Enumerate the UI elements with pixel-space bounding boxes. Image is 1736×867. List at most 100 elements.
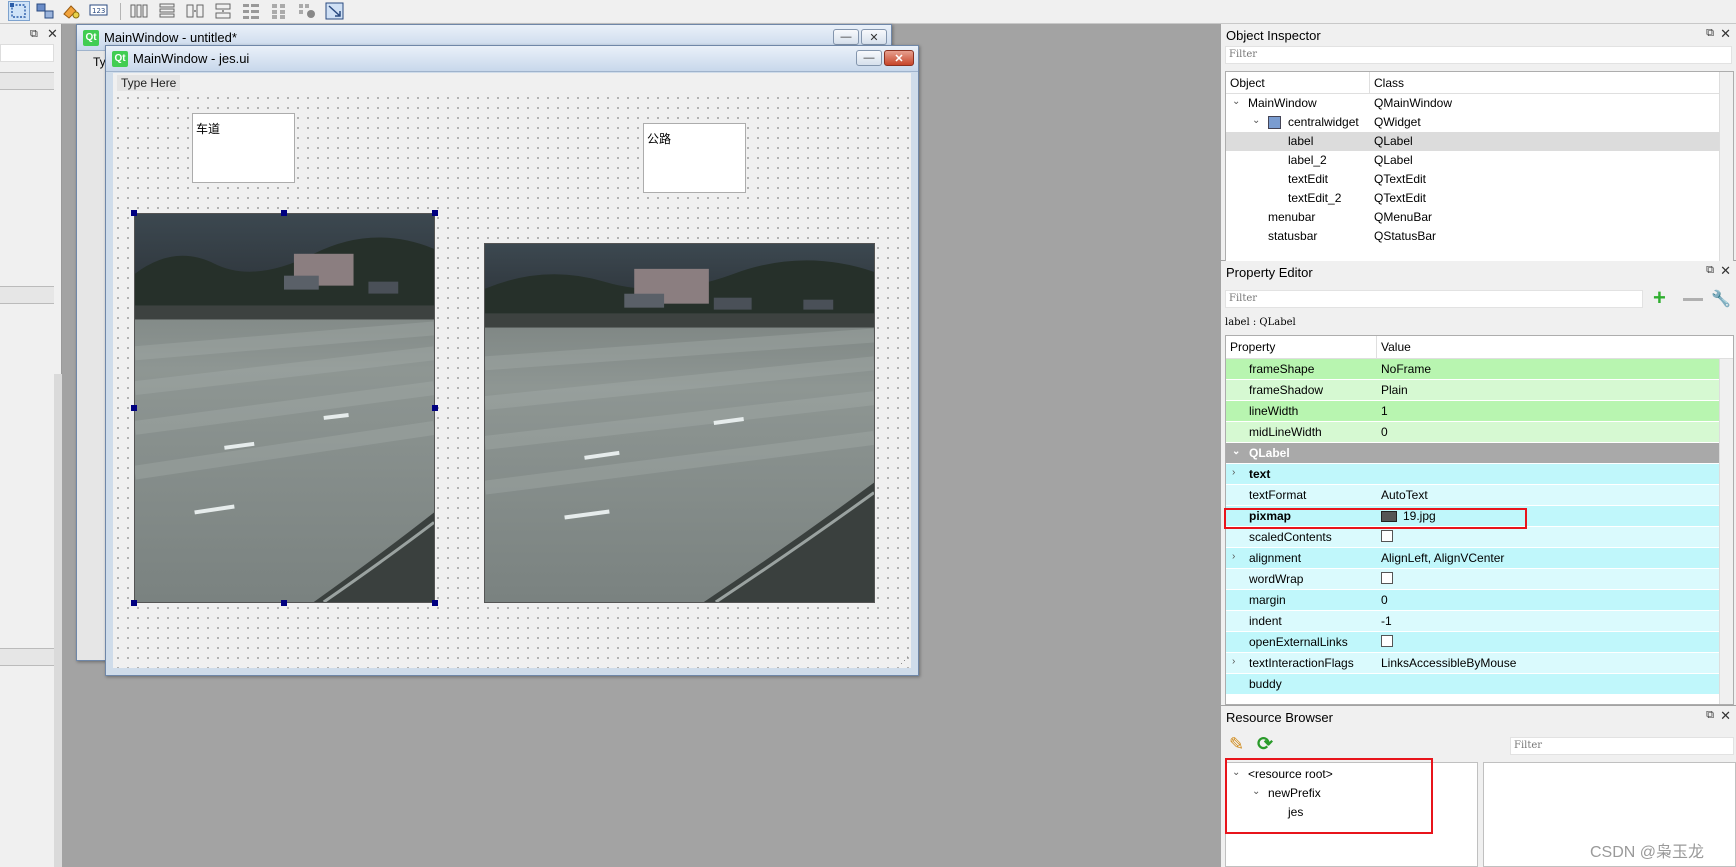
widget-group-header[interactable] — [0, 72, 54, 90]
property-row[interactable]: › textInteractionFlags LinksAccessibleByMo… — [1226, 653, 1733, 674]
col-value-header[interactable]: Value — [1381, 340, 1411, 354]
break-layout-icon[interactable] — [296, 1, 318, 21]
label-2[interactable]: 公路 — [643, 123, 746, 193]
layout-form-icon[interactable] — [240, 1, 262, 21]
property-row[interactable]: lineWidth 1 — [1226, 401, 1733, 422]
label-1[interactable]: 车道 — [192, 113, 295, 183]
tree-row[interactable]: textEdit QTextEdit — [1226, 170, 1733, 189]
col-property-header[interactable]: Property — [1230, 340, 1275, 354]
layout-grid-icon[interactable] — [268, 1, 290, 21]
tree-row[interactable]: label_2 QLabel — [1226, 151, 1733, 170]
property-row[interactable]: margin 0 — [1226, 590, 1733, 611]
form-canvas[interactable]: Type Here 车道 公路 ⋰ — [113, 73, 911, 668]
add-dynamic-property-icon[interactable]: + — [1653, 287, 1666, 309]
selection-handle[interactable] — [432, 210, 438, 216]
expand-icon[interactable]: › — [1232, 467, 1235, 478]
property-value[interactable]: -1 — [1381, 614, 1392, 628]
object-inspector-filter[interactable]: Filter — [1225, 46, 1732, 64]
configure-wrench-icon[interactable]: 🔧 — [1711, 289, 1731, 309]
road-image-label-2[interactable] — [484, 243, 875, 603]
property-group-header[interactable]: ⌄ QLabel — [1226, 443, 1733, 464]
close-button[interactable]: ✕ — [884, 50, 914, 66]
dock-close-icon[interactable]: ✕ — [1720, 708, 1731, 724]
tree-row[interactable]: ⌄ centralwidget QWidget — [1226, 113, 1733, 132]
close-button[interactable]: ✕ — [861, 29, 887, 45]
property-row[interactable]: › text — [1226, 464, 1733, 485]
object-tree[interactable]: Object Class ⌄ MainWindow QMainWindow ⌄ cent… — [1225, 71, 1734, 280]
tree-row[interactable]: ⌄ MainWindow QMainWindow — [1226, 94, 1733, 113]
minimize-button[interactable]: — — [856, 50, 882, 66]
tree-row[interactable]: textEdit_2 QTextEdit — [1226, 189, 1733, 208]
dock-close-icon[interactable]: ✕ — [1720, 26, 1731, 42]
dock-float-icon[interactable]: ⧉ — [1706, 27, 1714, 40]
property-row[interactable]: buddy — [1226, 674, 1733, 695]
selection-handle[interactable] — [131, 210, 137, 216]
expand-icon[interactable]: ⌄ — [1232, 96, 1240, 107]
selection-handle[interactable] — [281, 210, 287, 216]
tree-row[interactable]: statusbar QStatusBar — [1226, 227, 1733, 246]
property-row[interactable]: indent -1 — [1226, 611, 1733, 632]
property-value[interactable]: 1 — [1381, 404, 1388, 418]
reload-icon[interactable]: ⟳ — [1257, 733, 1273, 756]
property-row[interactable]: › alignment AlignLeft, AlignVCenter — [1226, 548, 1733, 569]
widget-group-header[interactable] — [0, 648, 54, 666]
minimize-button[interactable]: — — [833, 29, 859, 45]
open-external-links-checkbox[interactable] — [1381, 635, 1393, 647]
edit-tab-order-icon[interactable]: 123 — [88, 1, 110, 21]
dock-float-icon[interactable]: ⧉ — [30, 28, 38, 41]
layout-vertical-icon[interactable] — [156, 1, 178, 21]
edit-buddies-icon[interactable] — [60, 1, 82, 21]
property-value[interactable]: AlignLeft, AlignVCenter — [1381, 551, 1504, 565]
expand-icon[interactable]: › — [1232, 551, 1235, 562]
property-value[interactable]: 0 — [1381, 425, 1388, 439]
property-row[interactable]: openExternalLinks — [1226, 632, 1733, 653]
collapse-icon[interactable]: ⌄ — [1232, 446, 1240, 457]
expand-icon[interactable]: ⌄ — [1252, 115, 1260, 126]
widget-box-filter[interactable] — [0, 44, 54, 62]
object-tree-scrollbar[interactable] — [1719, 72, 1733, 279]
road-image-label[interactable] — [134, 213, 435, 603]
type-here-menu[interactable]: Type Here — [117, 75, 181, 91]
tree-row-selected[interactable]: label QLabel — [1226, 132, 1733, 151]
layout-hsplitter-icon[interactable] — [184, 1, 206, 21]
property-row[interactable]: scaledContents — [1226, 527, 1733, 548]
widget-group-header[interactable] — [0, 286, 54, 304]
selection-handle[interactable] — [131, 405, 137, 411]
selection-handle[interactable] — [131, 600, 137, 606]
dock-float-icon[interactable]: ⧉ — [1706, 709, 1714, 722]
col-class-header[interactable]: Class — [1374, 76, 1404, 90]
word-wrap-checkbox[interactable] — [1381, 572, 1393, 584]
form-window-titlebar[interactable]: Qt MainWindow - jes.ui — [106, 46, 918, 72]
selection-handle[interactable] — [432, 600, 438, 606]
adjust-size-icon[interactable] — [324, 1, 346, 21]
scaled-contents-checkbox[interactable] — [1381, 530, 1393, 542]
widget-box-scrollbar[interactable] — [54, 374, 62, 867]
property-filter[interactable]: Filter — [1225, 290, 1643, 308]
form-menubar[interactable]: Type Here — [113, 73, 911, 93]
property-value[interactable]: LinksAccessibleByMouse — [1381, 656, 1516, 670]
expand-icon[interactable]: › — [1232, 656, 1235, 667]
edit-resources-icon[interactable]: ✎ — [1229, 734, 1244, 755]
layout-horizontal-icon[interactable] — [128, 1, 150, 21]
remove-property-icon[interactable] — [1683, 298, 1703, 301]
selection-handle[interactable] — [432, 405, 438, 411]
edit-signals-icon[interactable] — [34, 1, 56, 21]
property-table-scrollbar[interactable] — [1719, 359, 1733, 704]
property-row[interactable]: frameShadow Plain — [1226, 380, 1733, 401]
property-value[interactable]: AutoText — [1381, 488, 1428, 502]
property-row[interactable]: midLineWidth 0 — [1226, 422, 1733, 443]
dock-float-icon[interactable]: ⧉ — [1706, 264, 1714, 277]
property-row[interactable]: frameShape NoFrame — [1226, 359, 1733, 380]
edit-widgets-icon[interactable] — [8, 1, 30, 21]
property-value[interactable]: NoFrame — [1381, 362, 1431, 376]
col-object-header[interactable]: Object — [1230, 76, 1265, 90]
tree-row[interactable]: menubar QMenuBar — [1226, 208, 1733, 227]
selection-handle[interactable] — [281, 600, 287, 606]
layout-vsplitter-icon[interactable] — [212, 1, 234, 21]
dock-close-icon[interactable]: ✕ — [1720, 263, 1731, 279]
property-row[interactable]: textFormat AutoText — [1226, 485, 1733, 506]
property-value[interactable]: 0 — [1381, 593, 1388, 607]
resource-filter[interactable]: Filter — [1510, 737, 1734, 755]
property-value[interactable]: Plain — [1381, 383, 1408, 397]
property-row[interactable]: wordWrap — [1226, 569, 1733, 590]
